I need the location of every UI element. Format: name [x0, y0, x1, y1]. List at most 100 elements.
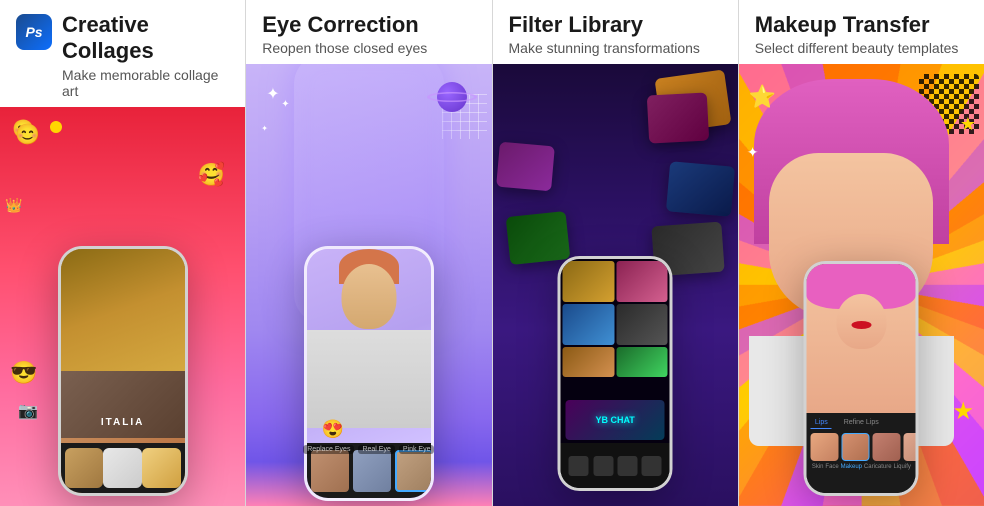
- panel-1-header: Ps Creative Collages Make memorable coll…: [0, 0, 245, 107]
- filter-cell-2: [616, 261, 668, 302]
- label-liquify: Liquify: [894, 464, 911, 470]
- filter-bottom-bar: [561, 443, 670, 488]
- phone-mockup-1: ITALIA: [58, 246, 188, 496]
- makeup-display-lips: [851, 321, 871, 329]
- makeup-face-display: [807, 264, 916, 413]
- label-face: Face: [825, 464, 838, 470]
- label-makeup: Makeup: [841, 464, 862, 470]
- collage-italia-text: ITALIA: [101, 417, 144, 428]
- heart-eyes-phone-emoji: 😍: [322, 419, 344, 440]
- phone-screen-1: ITALIA: [61, 249, 185, 493]
- sparkle-2: ✦: [281, 99, 289, 110]
- filter-icon-3: [617, 456, 637, 476]
- makeup-tab-refine: Refine Lips: [840, 417, 883, 429]
- star-decoration-1: ⭐: [749, 84, 776, 110]
- saturn-ring: [427, 92, 477, 102]
- replace-eyes-label: Replace Eyes: [303, 445, 354, 454]
- makeup-display-face: [836, 294, 886, 349]
- panel-3-image: YB CHAT: [493, 64, 738, 506]
- pink-eye-label: Pink Eye: [399, 445, 435, 454]
- star-decoration-2: ★: [960, 114, 976, 135]
- filter-cell-1: [563, 261, 615, 302]
- saturn-decoration: [427, 79, 477, 114]
- person-body: [307, 330, 431, 429]
- makeup-thumb-2: [842, 433, 870, 461]
- filter-card-6: [505, 211, 570, 265]
- neon-text: YB CHAT: [595, 415, 634, 425]
- filter-icon-2: [593, 456, 613, 476]
- sunglasses-emoji: 😎: [10, 360, 37, 386]
- panel-4-subtitle: Select different beauty templates: [755, 40, 968, 56]
- eye-bar-labels: Replace Eyes Real Eye Pink Eye: [246, 445, 491, 454]
- toolbar-item-3: [142, 448, 181, 488]
- heart-eyes-emoji: 🥰: [198, 162, 225, 188]
- label-caricature: Caricature: [864, 464, 892, 470]
- collage-bottom-toolbar: [61, 443, 185, 493]
- collage-top: [61, 249, 185, 371]
- makeup-thumb-3: [873, 433, 901, 461]
- panel-3-subtitle: Make stunning transformations: [509, 40, 722, 56]
- real-eye-label: Real Eye: [358, 445, 394, 454]
- phone-screen-3: YB CHAT: [561, 259, 670, 488]
- star-bottom-right: ★: [952, 397, 974, 426]
- filter-cell-6: [616, 347, 668, 377]
- filter-cell-3: [563, 304, 615, 345]
- panel-1-title: Creative Collages: [62, 12, 229, 65]
- filter-cell-4: [616, 304, 668, 345]
- sparkle-1: ✦: [266, 84, 279, 104]
- smiley-emoji-1: 😊: [12, 119, 34, 140]
- neon-display: YB CHAT: [566, 400, 665, 440]
- filter-card-2: [647, 93, 709, 144]
- panel-eye-correction: Eye Correction Reopen those closed eyes …: [245, 0, 491, 506]
- sparkle-3: ✦: [261, 124, 268, 133]
- makeup-bottom-labels: Skin Face Makeup Caricature Liquify: [811, 464, 912, 470]
- makeup-faces-row: [811, 433, 912, 461]
- makeup-tab-lips: Lips: [811, 417, 832, 429]
- filter-card-3: [666, 162, 735, 217]
- eye-thumb-2: [353, 450, 391, 492]
- camera-emoji: 📷: [18, 401, 38, 421]
- panel-4-image: ⭐ ★ ✦: [739, 64, 984, 506]
- collage-middle: ITALIA: [61, 371, 185, 438]
- filter-card-5: [496, 142, 555, 192]
- panel-1-title-area: Creative Collages Make memorable collage…: [62, 12, 229, 99]
- makeup-bar: Lips Refine Lips Skin: [807, 413, 916, 493]
- photoshop-app-icon[interactable]: Ps: [16, 14, 52, 50]
- panel-2-title: Eye Correction: [262, 12, 475, 38]
- phone-screen-2: 😍: [307, 249, 431, 498]
- panel-creative-collages: Ps Creative Collages Make memorable coll…: [0, 0, 245, 506]
- panel-2-subtitle: Reopen those closed eyes: [262, 40, 475, 56]
- makeup-thumb-4: [904, 433, 916, 461]
- yellow-dot: [50, 121, 62, 133]
- panel-2-header: Eye Correction Reopen those closed eyes: [246, 0, 491, 64]
- label-skin: Skin: [812, 464, 824, 470]
- sparkle-makeup: ✦: [747, 144, 759, 161]
- toolbar-item-2: [103, 448, 142, 488]
- phone-mockup-4: Lips Refine Lips Skin: [804, 261, 919, 496]
- phone-mockup-3: YB CHAT: [558, 256, 673, 491]
- filter-icon-4: [642, 456, 662, 476]
- panel-1-image: 😊 🥰 😎 👑 ITALIA: [0, 107, 245, 506]
- phone-screen-4: Lips Refine Lips Skin: [807, 264, 916, 493]
- crown-emoji: 👑: [5, 197, 22, 214]
- filter-cell-5: [563, 347, 615, 377]
- person-area: [307, 249, 431, 428]
- panel-3-title: Filter Library: [509, 12, 722, 38]
- person-face: [341, 264, 396, 329]
- phone-mockup-2: 😍: [304, 246, 434, 501]
- filter-icon-1: [569, 456, 589, 476]
- ps-logo-text: Ps: [25, 24, 42, 40]
- panel-4-title: Makeup Transfer: [755, 12, 968, 38]
- panel-4-header: Makeup Transfer Select different beauty …: [739, 0, 984, 64]
- eye-thumb-3: [395, 450, 431, 492]
- panel-filter-library: Filter Library Make stunning transformat…: [492, 0, 738, 506]
- eye-thumb-1: [311, 450, 349, 492]
- panel-1-subtitle: Make memorable collage art: [62, 67, 229, 99]
- makeup-tabs: Lips Refine Lips: [811, 417, 912, 429]
- collage-top-bg: [61, 249, 185, 371]
- app-container: Ps Creative Collages Make memorable coll…: [0, 0, 984, 506]
- panel-2-image: ✦ ✦ ✦ 😍: [246, 64, 491, 506]
- panel-3-header: Filter Library Make stunning transformat…: [493, 0, 738, 64]
- filter-grid: [561, 259, 670, 419]
- toolbar-item-1: [65, 448, 104, 488]
